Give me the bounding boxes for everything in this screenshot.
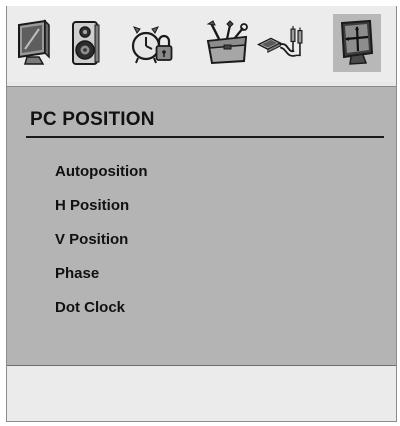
pc-tab[interactable] [333,14,381,72]
pc-position-icon [340,19,374,65]
speaker-icon [72,21,100,65]
audio-tab[interactable] [62,14,110,72]
timer-lock-tab[interactable] [127,14,175,72]
menu-title: PC POSITION [30,109,155,130]
title-divider [26,136,384,138]
menu-list: Autoposition H Position V Position Phase… [55,163,147,333]
menu-item-autoposition[interactable]: Autoposition [55,163,147,197]
menu-item-v-position[interactable]: V Position [55,231,147,265]
cable-plug-icon [257,25,303,57]
monitor-icon [18,19,50,65]
display-tab[interactable] [9,14,57,72]
pc-position-panel: PC POSITION Autoposition H Position V Po… [7,86,396,366]
menu-item-dot-clock[interactable]: Dot Clock [55,299,147,333]
osd-menu-window: PC POSITION Autoposition H Position V Po… [6,6,397,422]
menu-item-h-position[interactable]: H Position [55,197,147,231]
menu-tab-bar [7,6,396,82]
toolbox-icon [206,20,248,65]
help-footer [7,366,396,421]
tools-tab[interactable] [203,14,251,72]
clock-lock-icon [131,26,173,64]
connections-tab[interactable] [257,14,305,72]
menu-item-phase[interactable]: Phase [55,265,147,299]
